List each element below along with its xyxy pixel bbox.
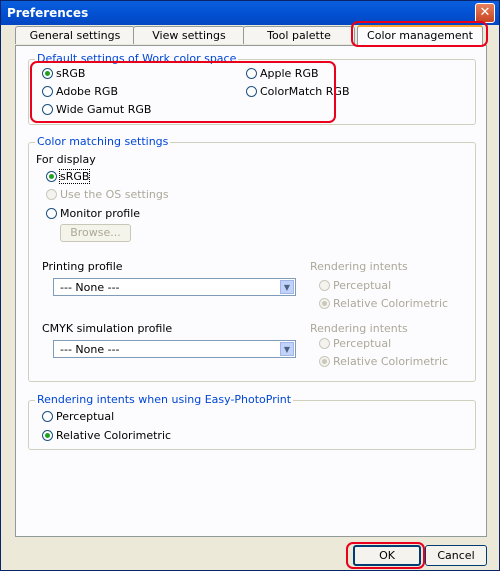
radio-icon (42, 68, 53, 79)
radio-icon (319, 356, 330, 367)
photoprint-relative-colorimetric-radio[interactable]: Relative Colorimetric (42, 429, 171, 443)
cmyk-profile-value: --- None --- (60, 343, 120, 356)
work-space-adobe-rgb-radio[interactable]: Adobe RGB (42, 85, 118, 99)
ok-button[interactable]: OK (353, 545, 421, 566)
cancel-button[interactable]: Cancel (425, 545, 487, 566)
tab-view-settings[interactable]: View settings (133, 26, 245, 44)
cmyk-intents-label: Rendering intents (310, 322, 408, 335)
radio-icon (46, 189, 57, 200)
work-color-space-group: Default settings of Work color space sRG… (28, 52, 476, 125)
printing-relative-colorimetric-radio[interactable]: Relative Colorimetric (319, 297, 448, 311)
cmyk-profile-select[interactable]: --- None --- ▼ (53, 340, 296, 358)
display-monitor-profile-radio[interactable]: Monitor profile (46, 207, 140, 221)
color-matching-label: Color matching settings (35, 135, 171, 148)
cmyk-profile-label: CMYK simulation profile (42, 322, 173, 335)
printing-profile-label: Printing profile (42, 260, 123, 273)
color-management-panel: Default settings of Work color space sRG… (15, 45, 487, 537)
color-matching-group: Color matching settings For display sRGB… (28, 135, 476, 382)
work-color-space-label: Default settings of Work color space (35, 52, 239, 65)
radio-icon (246, 68, 257, 79)
printing-profile-value: --- None --- (60, 281, 120, 294)
tab-general-settings[interactable]: General settings (15, 26, 135, 44)
radio-icon (42, 104, 53, 115)
title-bar[interactable]: Preferences ✕ (1, 1, 499, 25)
radio-icon (319, 338, 330, 349)
work-space-srgb-radio[interactable]: sRGB (42, 67, 85, 81)
preferences-window: Preferences ✕ General settings View sett… (0, 0, 500, 571)
printing-intents-label: Rendering intents (310, 260, 408, 273)
display-srgb-radio[interactable]: sRGB (46, 169, 91, 184)
chevron-down-icon[interactable]: ▼ (280, 342, 294, 356)
radio-icon (42, 430, 53, 441)
radio-icon (42, 86, 53, 97)
display-os-settings-radio[interactable]: Use the OS settings (46, 188, 169, 202)
close-button[interactable]: ✕ (475, 3, 495, 23)
tab-bar: General settings View settings Tool pale… (15, 25, 485, 46)
printing-perceptual-radio[interactable]: Perceptual (319, 279, 391, 293)
cmyk-perceptual-radio[interactable]: Perceptual (319, 337, 391, 351)
radio-icon (42, 411, 53, 422)
radio-icon (46, 208, 57, 219)
close-icon: ✕ (479, 5, 491, 20)
tab-color-management[interactable]: Color management (357, 25, 483, 46)
browse-button[interactable]: Browse... (60, 224, 131, 242)
radio-icon (319, 280, 330, 291)
photoprint-perceptual-radio[interactable]: Perceptual (42, 410, 114, 424)
work-space-apple-rgb-radio[interactable]: Apple RGB (246, 67, 319, 81)
work-space-colormatch-rgb-radio[interactable]: ColorMatch RGB (246, 85, 350, 99)
radio-icon (246, 86, 257, 97)
radio-icon (46, 171, 57, 182)
cmyk-relative-colorimetric-radio[interactable]: Relative Colorimetric (319, 355, 448, 369)
tab-tool-palette[interactable]: Tool palette (243, 26, 355, 44)
chevron-down-icon[interactable]: ▼ (280, 280, 294, 294)
work-space-wide-gamut-rgb-radio[interactable]: Wide Gamut RGB (42, 103, 151, 117)
easy-photoprint-label: Rendering intents when using Easy-PhotoP… (35, 393, 294, 406)
window-title: Preferences (7, 6, 89, 20)
printing-profile-select[interactable]: --- None --- ▼ (53, 278, 296, 296)
for-display-label: For display (36, 153, 96, 166)
radio-icon (319, 298, 330, 309)
easy-photoprint-group: Rendering intents when using Easy-PhotoP… (28, 393, 476, 450)
